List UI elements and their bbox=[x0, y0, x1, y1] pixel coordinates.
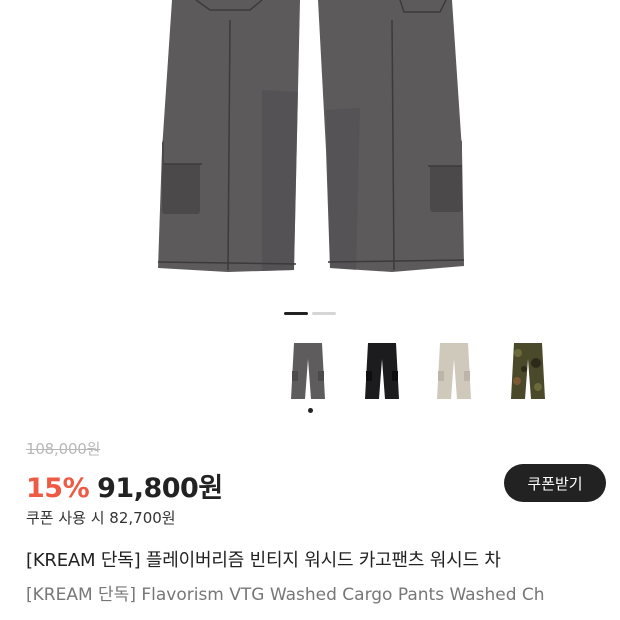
pager-indicator-2[interactable] bbox=[312, 312, 336, 315]
color-thumbnail-list bbox=[272, 336, 620, 416]
original-price: 108,000원 bbox=[26, 440, 101, 458]
pants-thumbnail-icon bbox=[437, 343, 471, 399]
pants-thumbnail-icon bbox=[365, 343, 399, 399]
sale-price: 91,800원 bbox=[97, 473, 223, 504]
pager-indicator-1[interactable] bbox=[284, 312, 308, 315]
pants-thumbnail-icon bbox=[291, 343, 325, 399]
sale-price-row: 15% 91,800원 bbox=[26, 466, 223, 505]
thumbnail-camo[interactable] bbox=[492, 336, 564, 406]
image-pager bbox=[284, 312, 336, 315]
discount-rate: 15% bbox=[26, 473, 90, 504]
product-title-korean: [KREAM 단독] 플레이버리즘 빈티지 워시드 카고팬츠 워시드 차 bbox=[26, 550, 501, 571]
coupon-price: 쿠폰 사용 시 82,700원 bbox=[26, 509, 176, 527]
pants-thumbnail-icon bbox=[511, 343, 545, 399]
thumbnail-beige[interactable] bbox=[418, 336, 490, 406]
product-title-english: [KREAM 단독] Flavorism VTG Washed Cargo Pa… bbox=[26, 585, 545, 605]
get-coupon-button[interactable]: 쿠폰받기 bbox=[504, 464, 606, 502]
selected-thumbnail-indicator bbox=[308, 408, 313, 413]
product-main-image[interactable] bbox=[0, 0, 620, 300]
thumbnail-black[interactable] bbox=[346, 336, 418, 406]
thumbnail-charcoal[interactable] bbox=[272, 336, 344, 406]
cargo-pants-illustration bbox=[157, 0, 465, 272]
price-section: 108,000원 15% 91,800원 쿠폰받기 쿠폰 사용 시 82,700… bbox=[26, 438, 606, 527]
